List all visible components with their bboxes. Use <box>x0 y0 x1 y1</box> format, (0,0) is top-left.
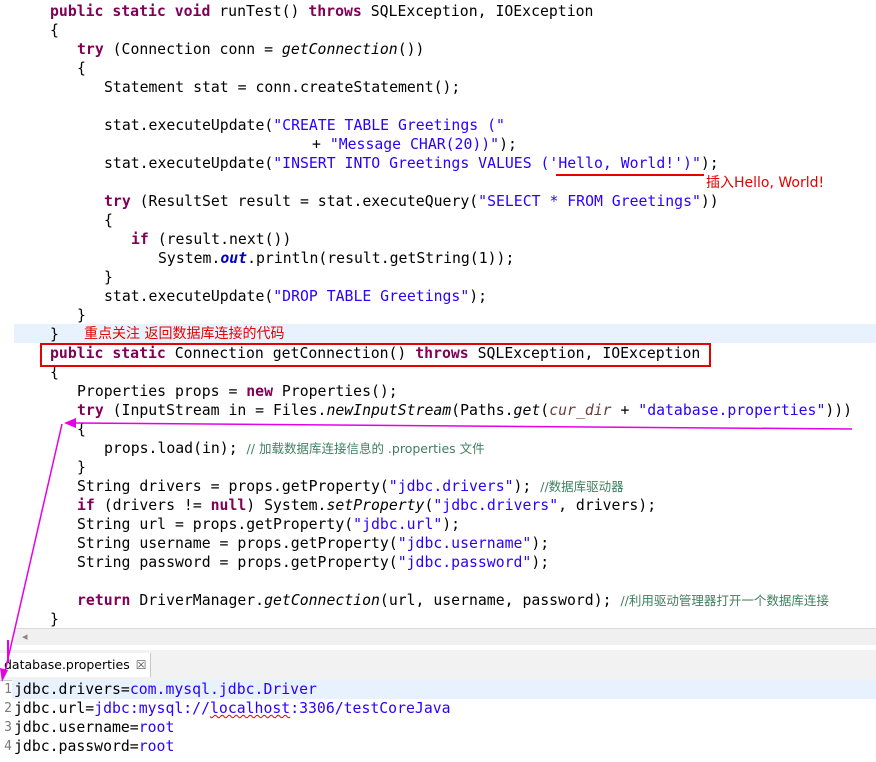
tab-label: database.properties <box>4 657 130 672</box>
code-line[interactable]: stat.executeUpdate("INSERT INTO Greeting… <box>104 154 719 173</box>
tab-database-properties[interactable]: database.properties ☒ <box>0 653 152 677</box>
scroll-left-icon[interactable]: ◂ <box>22 630 28 643</box>
code-line[interactable]: } <box>77 458 86 477</box>
code-editor[interactable]: 5 6 7 8 9 0 1 2 3 4 5 6 7 8 9 0 1 2 3 4 … <box>0 0 876 628</box>
code-line[interactable]: Properties props = new Properties(); <box>77 382 398 401</box>
code-line[interactable]: props.load(in); // 加载数据库连接信息的 .propertie… <box>104 439 485 458</box>
code-line[interactable]: } <box>50 610 59 629</box>
code-line[interactable]: if (drivers != null) System.setProperty(… <box>77 496 656 515</box>
code-line[interactable]: { <box>77 420 86 439</box>
code-line[interactable]: try (InputStream in = Files.newInputStre… <box>77 401 852 420</box>
code-line[interactable]: stat.executeUpdate("CREATE TABLE Greetin… <box>104 116 505 135</box>
line-number: 3 <box>4 720 12 735</box>
line-number: 1 <box>4 682 12 697</box>
property-line[interactable]: jdbc.url=jdbc:mysql://localhost:3306/tes… <box>14 699 451 718</box>
focus-annotation: 重点关注 返回数据库连接的代码 <box>84 326 285 342</box>
code-line[interactable]: String url = props.getProperty("jdbc.url… <box>77 515 460 534</box>
code-line[interactable]: String password = props.getProperty("jdb… <box>77 553 549 572</box>
code-line[interactable]: return DriverManager.getConnection(url, … <box>77 591 829 610</box>
code-line[interactable]: try (Connection conn = getConnection()) <box>77 40 424 59</box>
code-line[interactable]: String username = props.getProperty("jdb… <box>77 534 549 553</box>
code-line[interactable]: public static void runTest() throws SQLE… <box>50 2 593 21</box>
code-line[interactable]: System.out.println(result.getString(1)); <box>158 249 514 268</box>
horizontal-scrollbar[interactable]: ◂ <box>14 628 876 645</box>
code-line[interactable]: if (result.next()) <box>131 230 291 249</box>
code-line[interactable]: } <box>104 268 113 287</box>
property-line[interactable]: jdbc.drivers=com.mysql.jdbc.Driver <box>14 680 317 699</box>
getconnection-highlight-box <box>40 343 711 367</box>
property-line[interactable]: jdbc.password=root <box>14 737 174 756</box>
insert-annotation: 插入Hello, World! <box>706 175 825 191</box>
code-line[interactable]: } <box>50 325 59 344</box>
code-line[interactable]: { <box>104 211 113 230</box>
line-number: 2 <box>4 701 12 716</box>
code-line[interactable]: { <box>50 21 59 40</box>
code-line[interactable]: String drivers = props.getProperty("jdbc… <box>77 477 624 496</box>
insert-underline <box>556 174 704 176</box>
line-number: 4 <box>4 739 12 754</box>
code-line[interactable]: + "Message CHAR(20))"); <box>312 135 517 154</box>
code-line[interactable]: try (ResultSet result = stat.executeQuer… <box>104 192 719 211</box>
code-line[interactable]: { <box>77 59 86 78</box>
close-icon[interactable]: ☒ <box>136 658 147 672</box>
property-line[interactable]: jdbc.username=root <box>14 718 174 737</box>
code-line[interactable]: stat.executeUpdate("DROP TABLE Greetings… <box>104 287 487 306</box>
code-line[interactable]: Statement stat = conn.createStatement(); <box>104 78 460 97</box>
